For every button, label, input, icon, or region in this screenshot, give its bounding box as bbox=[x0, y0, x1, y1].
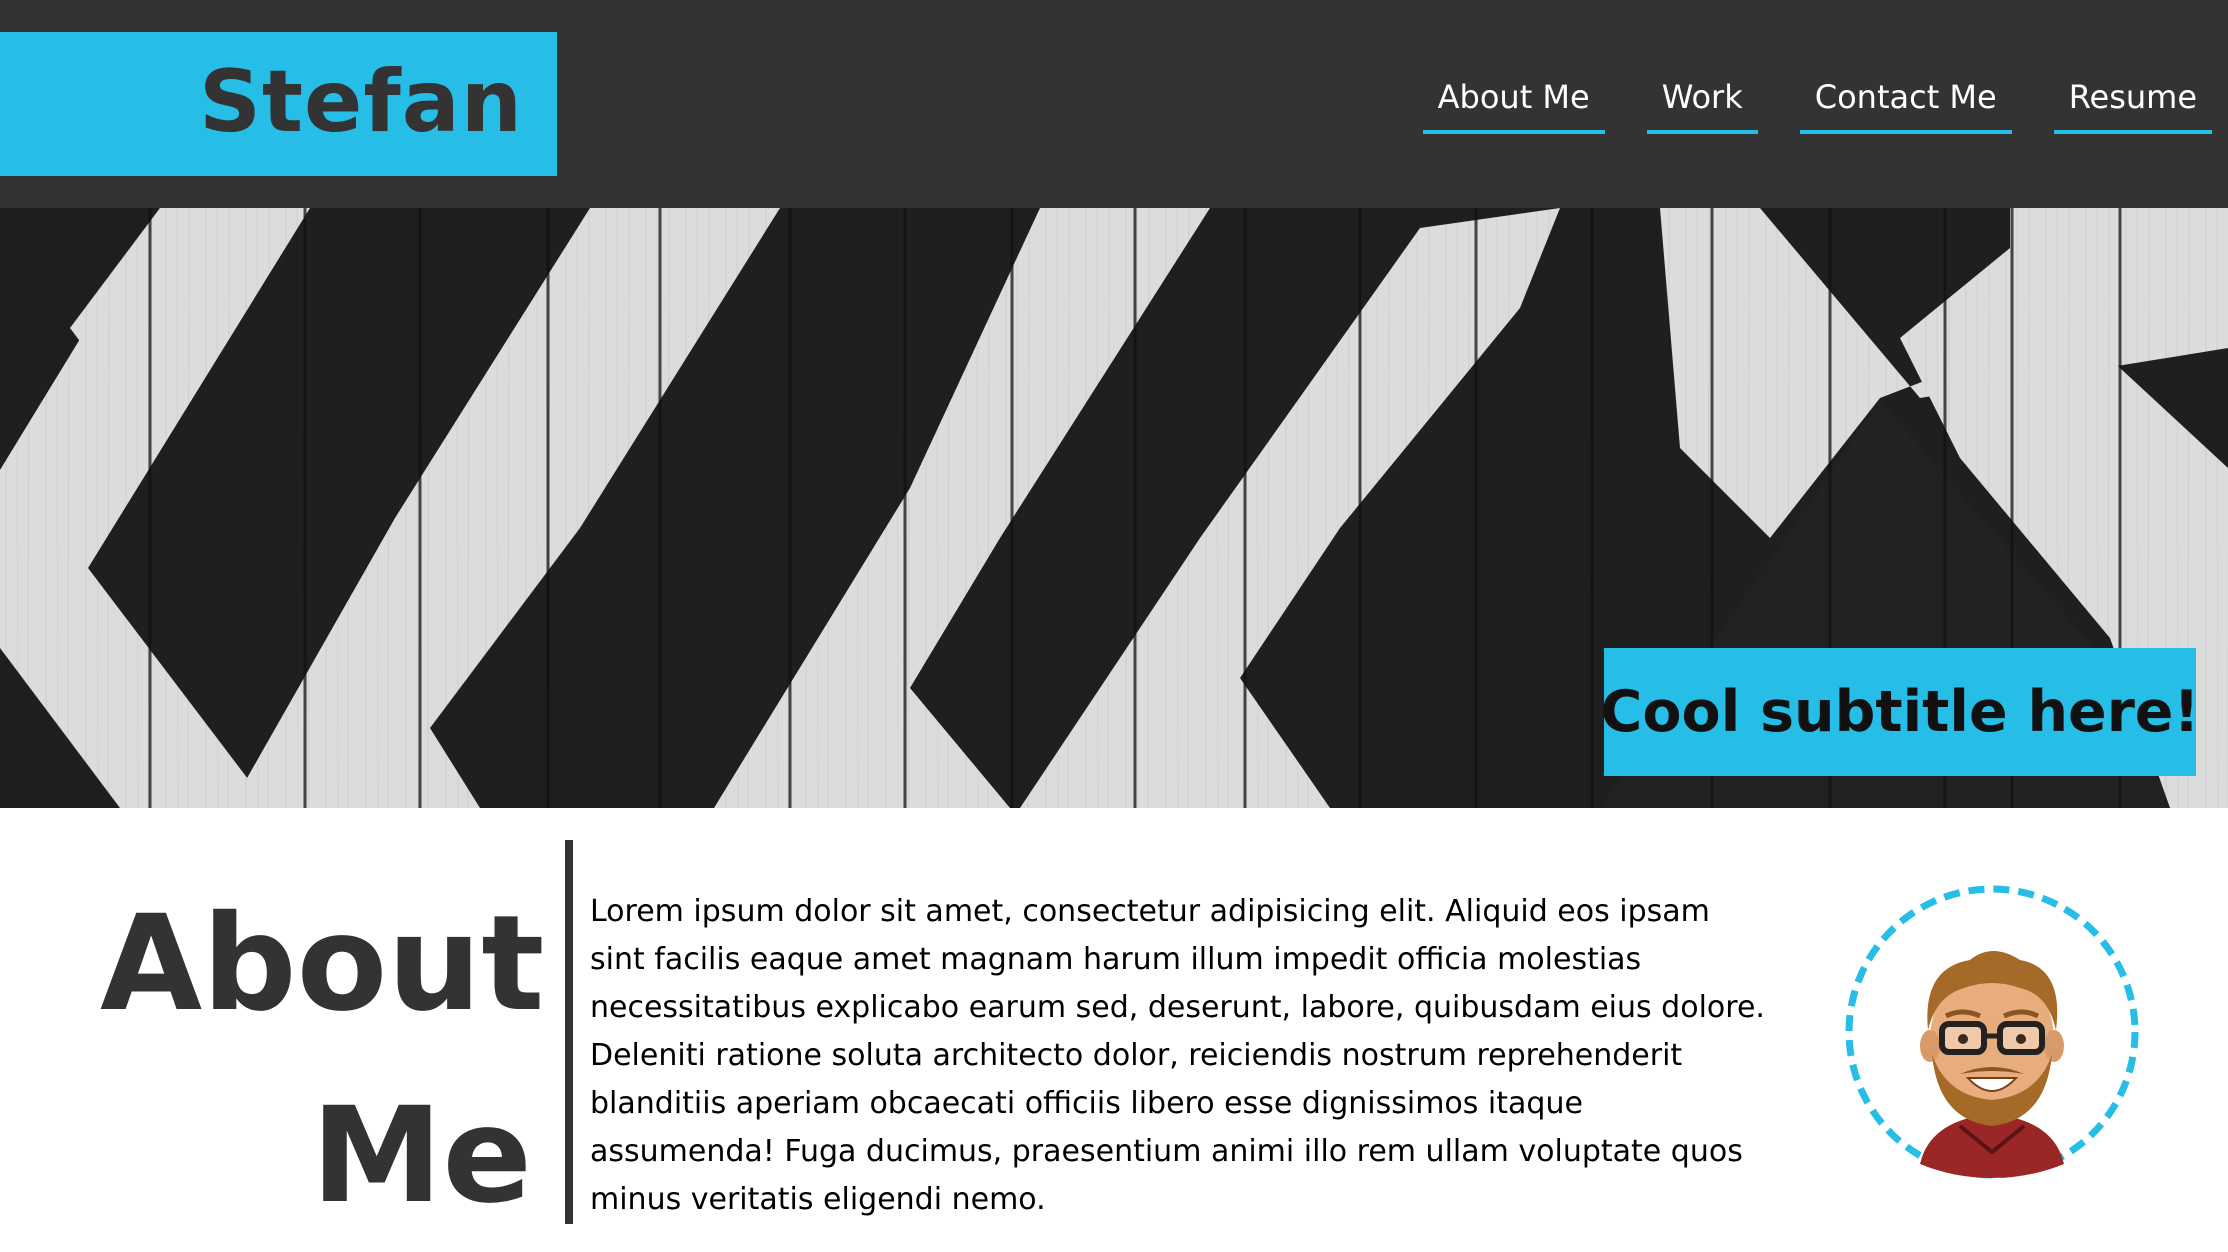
nav-link-about-me[interactable]: About Me bbox=[1422, 78, 1605, 134]
about-divider bbox=[565, 840, 573, 1224]
main-nav: About Me Work Contact Me Resume bbox=[1422, 78, 2212, 134]
avatar bbox=[1842, 882, 2142, 1182]
hero-banner: Cool subtitle here! bbox=[0, 208, 2228, 808]
logo[interactable]: Stefan bbox=[0, 32, 557, 176]
site-header: Stefan About Me Work Contact Me Resume bbox=[0, 0, 2228, 208]
nav-link-contact-me[interactable]: Contact Me bbox=[1799, 78, 2012, 134]
about-heading: About Me bbox=[100, 868, 544, 1252]
logo-text[interactable]: Stefan bbox=[199, 52, 523, 152]
hero-subtitle: Cool subtitle here! bbox=[1600, 679, 2200, 745]
nav-link-resume[interactable]: Resume bbox=[2053, 78, 2212, 134]
about-heading-line2: Me bbox=[311, 1079, 532, 1233]
about-body: Lorem ipsum dolor sit amet, consectetur … bbox=[590, 894, 1765, 1217]
avatar-icon bbox=[1845, 885, 2139, 1179]
about-heading-line1: About bbox=[100, 887, 545, 1041]
nav-link-work[interactable]: Work bbox=[1646, 78, 1758, 134]
hero-subtitle-box: Cool subtitle here! bbox=[1601, 648, 2199, 776]
